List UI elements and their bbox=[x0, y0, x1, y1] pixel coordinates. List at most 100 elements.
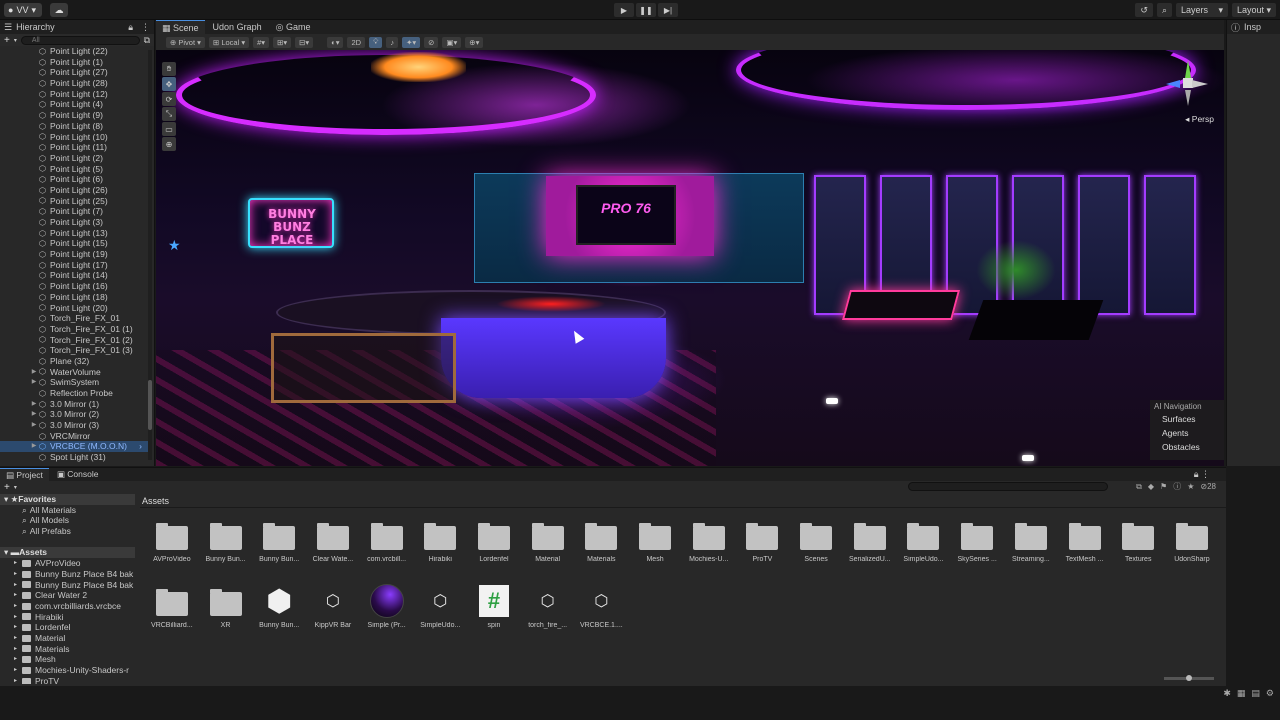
asset-item[interactable]: Scenes bbox=[789, 518, 843, 574]
local-toggle[interactable]: ⊞ Local ▾ bbox=[208, 36, 250, 48]
project-tree-item[interactable]: ▸ Mesh bbox=[0, 654, 135, 665]
asset-item[interactable]: Bunny Bun... bbox=[252, 518, 306, 574]
tab-project[interactable]: ▤ Project bbox=[0, 468, 49, 481]
asset-item[interactable]: # spin bbox=[467, 584, 521, 640]
project-tree-item[interactable]: ▸ Hirabiki bbox=[0, 612, 135, 623]
hierarchy-item[interactable]: ⬡ Point Light (20) bbox=[0, 303, 148, 314]
effects-icon[interactable]: ✦▾ bbox=[402, 36, 421, 48]
ai-nav-agents[interactable]: Agents bbox=[1154, 426, 1220, 440]
search-icon[interactable]: ⌕ bbox=[1156, 3, 1172, 17]
gizmos-icon[interactable]: ⊕▾ bbox=[465, 36, 484, 48]
camera-icon[interactable]: ▣▾ bbox=[442, 36, 462, 48]
hierarchy-item[interactable]: ⬡ Point Light (25) bbox=[0, 196, 148, 207]
asset-item[interactable]: SerializedU... bbox=[843, 518, 897, 574]
audio-icon[interactable]: ♪ bbox=[386, 36, 399, 48]
project-tree-item[interactable]: ⌕ All Materials bbox=[0, 505, 135, 516]
expand-arrow-icon[interactable]: ▸ bbox=[14, 580, 22, 591]
asset-item[interactable]: UdonSharp bbox=[1165, 518, 1219, 574]
hierarchy-item[interactable]: ⬡ Torch_Fire_FX_01 (2) bbox=[0, 335, 148, 346]
expand-arrow-icon[interactable]: ▸ bbox=[14, 633, 22, 644]
play-button[interactable]: ▶ bbox=[614, 3, 634, 17]
project-tree-item[interactable]: ▸ Bunny Bunz Place B4 bak bbox=[0, 580, 135, 591]
hierarchy-item[interactable]: ⬡ Point Light (6) bbox=[0, 174, 148, 185]
hierarchy-item[interactable]: ⬡ Point Light (18) bbox=[0, 292, 148, 303]
snap-icon[interactable]: ⊞▾ bbox=[273, 36, 292, 48]
tab-game[interactable]: ◎ Game bbox=[270, 20, 317, 34]
expand-arrow-icon[interactable]: ▸ bbox=[14, 665, 22, 676]
expand-arrow-icon[interactable]: ▸ bbox=[14, 569, 22, 580]
lighting-icon[interactable]: 💡︎ bbox=[369, 36, 383, 48]
asset-item[interactable]: Lordenfel bbox=[467, 518, 521, 574]
hierarchy-item[interactable]: ⬡ Point Light (11) bbox=[0, 142, 148, 153]
hierarchy-search-input[interactable]: All bbox=[20, 35, 140, 45]
hierarchy-item[interactable]: ⬡ Point Light (10) bbox=[0, 132, 148, 143]
project-tree-item[interactable]: ▸ AVProVideo bbox=[0, 558, 135, 569]
asset-item[interactable]: AVProVideo bbox=[145, 518, 199, 574]
project-search-input[interactable] bbox=[908, 482, 1108, 491]
increment-snap-icon[interactable]: ⊟▾ bbox=[295, 36, 314, 48]
asset-item[interactable]: ⬡ VRCBCE.1.... bbox=[575, 584, 629, 640]
step-button[interactable]: ▶| bbox=[658, 3, 678, 17]
hierarchy-item[interactable]: ▶ ⬡ 3.0 Mirror (2) bbox=[0, 409, 148, 420]
hierarchy-item[interactable]: ▶ ⬡ 3.0 Mirror (3) bbox=[0, 420, 148, 431]
expand-arrow-icon[interactable]: ▶ bbox=[30, 367, 38, 378]
tab-inspector[interactable]: ⓘ Insp bbox=[1227, 20, 1280, 34]
project-tree-item[interactable]: ▸ Bunny Bunz Place B4 bak bbox=[0, 569, 135, 580]
shading-mode-icon[interactable]: ◐▾ bbox=[327, 36, 344, 48]
persp-label[interactable]: ◂ Persp bbox=[1185, 114, 1214, 125]
hierarchy-item[interactable]: ⬡ Point Light (17) bbox=[0, 260, 148, 271]
pivot-toggle[interactable]: ⊕ Pivot ▾ bbox=[166, 36, 205, 48]
tab-hierarchy[interactable]: ☰ Hierarchy 🔒︎ ⋮ bbox=[0, 20, 154, 34]
asset-item[interactable]: Clear Wate... bbox=[306, 518, 360, 574]
hierarchy-item[interactable]: ⬡ Point Light (26) bbox=[0, 185, 148, 196]
zoom-slider[interactable] bbox=[1164, 675, 1214, 681]
asset-item[interactable]: com.vrcbill... bbox=[360, 518, 414, 574]
project-tree-item[interactable]: ▸ ProTV bbox=[0, 676, 135, 684]
pause-button[interactable]: ❚❚ bbox=[636, 3, 656, 17]
hierarchy-item[interactable]: ⬡ Reflection Probe bbox=[0, 388, 148, 399]
asset-item[interactable]: Material bbox=[521, 518, 575, 574]
expand-arrow-icon[interactable]: ▶ bbox=[30, 441, 38, 452]
grid-icon[interactable]: #▾ bbox=[253, 36, 270, 48]
hierarchy-item[interactable]: ⬡ Torch_Fire_FX_01 bbox=[0, 313, 148, 324]
hierarchy-item[interactable]: ⬡ Point Light (12) bbox=[0, 89, 148, 100]
hierarchy-item[interactable]: ⬡ Point Light (19) bbox=[0, 249, 148, 260]
hierarchy-item[interactable]: ⬡ Point Light (22) bbox=[0, 46, 148, 57]
expand-arrow-icon[interactable]: ▸ bbox=[14, 644, 22, 655]
hand-tool-icon[interactable]: ✋︎ bbox=[162, 62, 176, 76]
project-tree-item[interactable]: ▸ Material bbox=[0, 633, 135, 644]
hierarchy-item[interactable]: ⬡ Point Light (7) bbox=[0, 206, 148, 217]
toggle-2d-button[interactable]: 2D bbox=[347, 36, 366, 48]
project-tree-item[interactable]: ▸ Lordenfel bbox=[0, 622, 135, 633]
tab-scene[interactable]: ▦ Scene bbox=[156, 20, 205, 34]
asset-item[interactable]: Streaming... bbox=[1004, 518, 1058, 574]
hierarchy-item[interactable]: ⬡ Point Light (15) bbox=[0, 238, 148, 249]
zoom-slider-thumb[interactable] bbox=[1186, 675, 1192, 681]
hierarchy-item[interactable]: ⬡ Point Light (28) bbox=[0, 78, 148, 89]
tab-udon-graph[interactable]: Udon Graph bbox=[207, 20, 268, 34]
project-tree-header[interactable]: ▾ ▬ Assets bbox=[0, 547, 135, 559]
hidden-objects-icon[interactable]: ⊘ bbox=[424, 36, 439, 48]
hierarchy-item[interactable]: ⬡ Point Light (3) bbox=[0, 217, 148, 228]
hierarchy-item[interactable]: ⬡ Point Light (2) bbox=[0, 153, 148, 164]
hierarchy-item[interactable]: ⬡ Torch_Fire_FX_01 (1) bbox=[0, 324, 148, 335]
hierarchy-item[interactable]: ▶ ⬡ VRCBCE (M.O.O.N) › bbox=[0, 441, 148, 453]
star-icon[interactable]: ★ bbox=[1187, 482, 1194, 491]
tag-icon[interactable]: ⚑ bbox=[1160, 482, 1167, 491]
expand-arrow-icon[interactable]: ▸ bbox=[14, 612, 22, 623]
hierarchy-item[interactable]: ⬡ Point Light (9) bbox=[0, 110, 148, 121]
asset-item[interactable]: TextMesh ... bbox=[1058, 518, 1112, 574]
project-tree-item[interactable]: ⌕ All Models bbox=[0, 515, 135, 526]
asset-item[interactable]: ProTV bbox=[736, 518, 790, 574]
asset-item[interactable]: ⬡ SimpleUdo... bbox=[413, 584, 467, 640]
asset-item[interactable]: Textures bbox=[1111, 518, 1165, 574]
layout-dropdown[interactable]: Layout ▾ bbox=[1232, 3, 1276, 17]
asset-item[interactable]: Bunny Bun... bbox=[199, 518, 253, 574]
progress-icon[interactable]: ▤ bbox=[1251, 688, 1260, 699]
cloud-icon[interactable]: ☁ bbox=[50, 3, 68, 17]
asset-item[interactable]: Hirabiki bbox=[413, 518, 467, 574]
chevron-down-icon[interactable]: ▾ bbox=[14, 37, 17, 44]
expand-arrow-icon[interactable]: ▸ bbox=[14, 676, 22, 684]
project-tree-item[interactable]: ▸ Mochies-Unity-Shaders-r bbox=[0, 665, 135, 676]
expand-arrow-icon[interactable]: ▶ bbox=[30, 377, 38, 388]
